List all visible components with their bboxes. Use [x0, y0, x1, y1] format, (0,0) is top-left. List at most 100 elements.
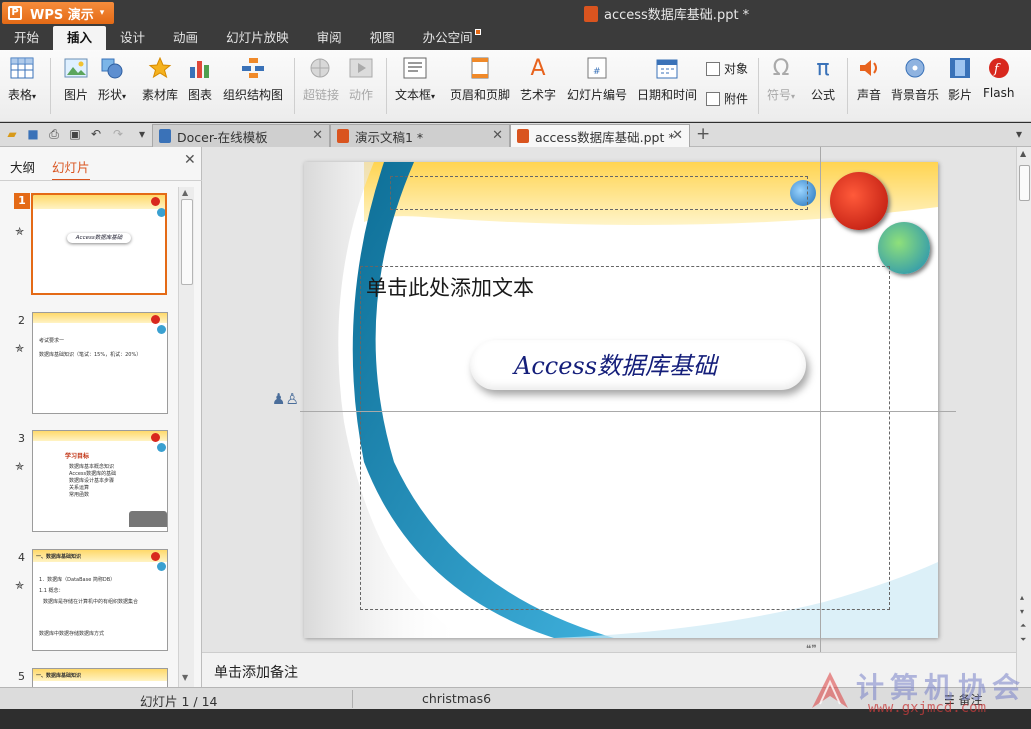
menu-review[interactable]: 审阅: [303, 26, 356, 50]
new-tab-icon[interactable]: +: [696, 124, 710, 144]
formula-button[interactable]: π 公式: [811, 56, 835, 103]
movie-button[interactable]: 影片: [948, 56, 972, 103]
object-icon: [706, 61, 720, 76]
symbol-button[interactable]: Ω 符号▾: [767, 56, 795, 103]
animation-star-icon: ✯: [15, 342, 25, 355]
text-placeholder-box[interactable]: [360, 266, 890, 610]
thumb-heading: 学习目标: [65, 453, 90, 460]
menu-home[interactable]: 开始: [0, 26, 53, 50]
attachment-button[interactable]: 附件: [706, 90, 748, 107]
tab-outline[interactable]: 大纲: [10, 157, 35, 176]
sound-button[interactable]: 声音: [857, 56, 881, 103]
header-footer-icon: [468, 56, 492, 80]
slide-title[interactable]: Access数据库基础: [514, 346, 717, 381]
close-icon[interactable]: ✕: [312, 128, 323, 143]
textbox-button[interactable]: 文本框▾: [395, 56, 435, 103]
datetime-button[interactable]: 日期和时间: [637, 56, 697, 103]
ppt-file-icon: [337, 129, 349, 143]
slide-thumbnail-row[interactable]: 5 一、数据库基础知识: [0, 668, 178, 687]
thumb-text: 1.1 概念：: [39, 588, 64, 594]
slide-thumbnail[interactable]: 学习目标 数据库基本概念知识 Access数据库的基础 数据库设计基本步骤 关系…: [32, 430, 168, 532]
attachment-icon: [706, 91, 720, 106]
open-folder-icon[interactable]: ▰: [5, 127, 19, 141]
flash-button[interactable]: f Flash: [983, 56, 1014, 100]
scroll-up-icon[interactable]: ▴: [1020, 593, 1024, 602]
print-preview-icon[interactable]: ▣: [68, 127, 82, 141]
close-icon[interactable]: ✕: [672, 128, 683, 143]
text-placeholder-hint[interactable]: 单击此处添加文本: [366, 272, 534, 302]
save-icon[interactable]: ■: [26, 127, 40, 141]
tabs-menu-icon[interactable]: ▾: [1012, 127, 1026, 141]
wordart-icon: A: [530, 55, 546, 81]
cd-music-icon: [903, 56, 927, 80]
close-icon[interactable]: ✕: [184, 152, 196, 168]
menu-insert[interactable]: 插入: [53, 26, 107, 50]
picture-button[interactable]: 图片: [64, 56, 88, 103]
shape-button[interactable]: 形状▾: [98, 56, 126, 103]
slide-number: 5: [18, 670, 25, 683]
menu-design[interactable]: 设计: [106, 26, 159, 50]
scroll-up-icon[interactable]: ▲: [1020, 149, 1026, 158]
menu-view[interactable]: 视图: [356, 26, 409, 50]
clipart-button[interactable]: 素材库: [142, 56, 178, 103]
tab-docer-templates[interactable]: Docer-在线模板 ✕: [152, 124, 330, 147]
prev-slide-icon[interactable]: ⏶: [1020, 621, 1026, 631]
animation-star-icon: ✯: [15, 579, 25, 592]
thumb-ball: [157, 325, 166, 334]
orgchart-label: 组织结构图: [223, 88, 284, 102]
redo-icon[interactable]: ↷: [111, 127, 125, 141]
slide-thumbnail[interactable]: Access数据库基础: [31, 193, 167, 295]
title-placeholder-box[interactable]: [390, 176, 808, 210]
orgchart-button[interactable]: 组织结构图: [223, 56, 283, 103]
next-slide-icon[interactable]: ⏷: [1020, 635, 1026, 645]
undo-icon[interactable]: ↶: [89, 127, 103, 141]
action-button[interactable]: 动作: [349, 56, 373, 103]
close-icon[interactable]: ✕: [492, 128, 503, 143]
scrollbar-thumb[interactable]: [1019, 165, 1030, 201]
scroll-down-icon[interactable]: ▾: [1020, 607, 1024, 616]
table-button[interactable]: 表格▾: [8, 56, 36, 103]
horizontal-guide-line[interactable]: [300, 411, 956, 412]
bg-music-button[interactable]: 背景音乐: [891, 56, 939, 103]
tab-presentation-1[interactable]: 演示文稿1 * ✕: [330, 124, 510, 147]
hyperlink-button[interactable]: 超链接: [303, 56, 339, 103]
menu-slideshow[interactable]: 幻灯片放映: [212, 26, 303, 50]
thumb-bullet: Access数据库的基础: [69, 471, 117, 477]
menu-office-space[interactable]: 办公空间: [409, 26, 487, 50]
scroll-up-icon[interactable]: ▲: [182, 188, 188, 197]
slide-thumbnail[interactable]: 一、数据库基础知识 1．数据库（DataBase 简称DB） 1.1 概念： 数…: [32, 549, 168, 651]
main-vertical-scrollbar[interactable]: ▲ ▴ ▾ ⏶ ⏷: [1016, 147, 1031, 687]
docer-icon: [159, 129, 171, 143]
window-title-text: access数据库基础.ppt *: [604, 8, 750, 23]
chart-button[interactable]: 图表: [188, 56, 212, 103]
people-icon: ♟♙: [272, 390, 299, 408]
clipart-label: 素材库: [142, 88, 179, 102]
film-icon: [948, 56, 972, 80]
tab-slides[interactable]: 幻灯片: [52, 157, 90, 181]
vertical-guide-line[interactable]: [820, 147, 821, 652]
thumb-ball: [151, 315, 160, 324]
print-icon[interactable]: ⎙: [47, 127, 61, 141]
notes-placeholder[interactable]: 单击添加备注: [214, 662, 298, 682]
picture-icon: [64, 56, 88, 80]
slide-thumbnail[interactable]: 一、数据库基础知识: [32, 668, 168, 687]
tab-access-ppt[interactable]: access数据库基础.ppt * ✕: [510, 124, 690, 147]
slide-number-button[interactable]: # 幻灯片编号: [567, 56, 627, 103]
thumb-title: Access数据库基础: [67, 233, 131, 243]
slides-scrollbar[interactable]: ▲ ▼: [178, 187, 194, 687]
thumb-text: 1．数据库（DataBase 简称DB）: [39, 577, 116, 583]
menu-animation[interactable]: 动画: [159, 26, 212, 50]
scroll-down-icon[interactable]: ▼: [182, 673, 188, 682]
thumb-text: 考试要求一: [39, 338, 65, 344]
object-button[interactable]: 对象: [706, 60, 748, 77]
wordart-button[interactable]: A 艺术字: [520, 56, 556, 103]
wordart-label: 艺术字: [520, 88, 557, 102]
quick-access-more-icon[interactable]: ▾: [135, 127, 149, 141]
pi-icon: π: [816, 55, 830, 81]
globe-link-icon: [309, 56, 333, 80]
thumb-ball: [151, 433, 160, 442]
header-footer-button[interactable]: 页眉和页脚: [450, 56, 510, 103]
slide-thumbnail[interactable]: 考试要求一 数据库基础知识（笔试：15%，机试：20%）: [32, 312, 168, 414]
scrollbar-thumb[interactable]: [181, 199, 193, 285]
app-menu-button[interactable]: P WPS 演示 ▾: [2, 2, 114, 24]
